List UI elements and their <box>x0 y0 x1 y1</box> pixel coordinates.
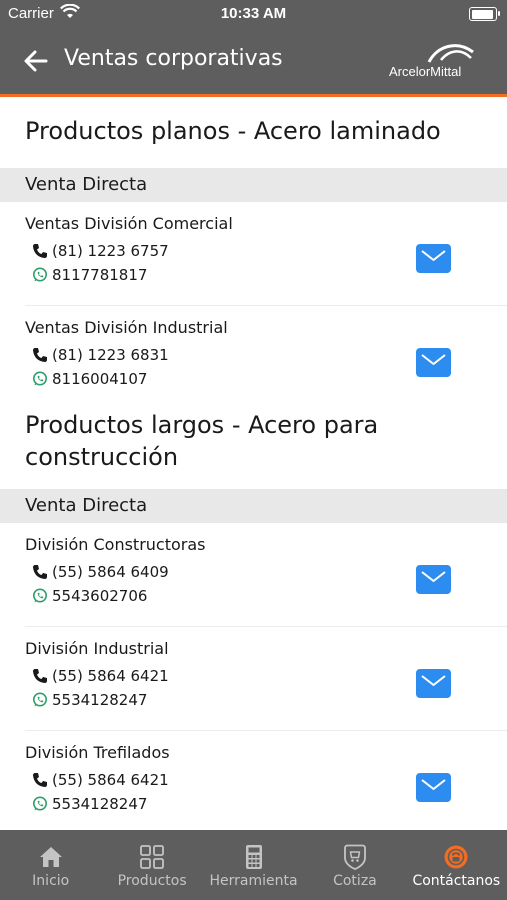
battery-icon <box>469 7 500 21</box>
contact-icon <box>443 844 469 870</box>
email-button[interactable] <box>416 669 451 698</box>
whatsapp-number: 8116004107 <box>52 370 148 388</box>
phone-number: (55) 5864 6421 <box>52 667 169 685</box>
tab-bar: Inicio Productos Herramienta Cotiza Cont… <box>0 830 507 900</box>
whatsapp-link[interactable]: 5534128247 <box>32 795 147 813</box>
email-button[interactable] <box>416 348 451 377</box>
contact-name: División Trefilados <box>25 743 170 762</box>
phone-link[interactable]: (81) 1223 6757 <box>32 242 169 260</box>
tab-contactanos[interactable]: Contáctanos <box>406 830 507 900</box>
phone-number: (55) 5864 6421 <box>52 771 169 789</box>
phone-link[interactable]: (55) 5864 6409 <box>32 563 169 581</box>
contact-item: División Trefilados (55) 5864 6421 55341… <box>25 731 507 830</box>
section-title: Productos largos - Acero para construcci… <box>25 411 379 471</box>
tab-cotiza[interactable]: Cotiza <box>304 830 405 900</box>
phone-number: (55) 5864 6409 <box>52 563 169 581</box>
phone-icon <box>32 564 48 580</box>
quote-badge-icon <box>342 844 368 870</box>
status-bar: Carrier 10:33 AM <box>0 0 507 28</box>
tab-productos[interactable]: Productos <box>101 830 202 900</box>
contact-list[interactable]: Productos planos - Acero laminado Venta … <box>0 97 507 830</box>
email-button[interactable] <box>416 773 451 802</box>
phone-link[interactable]: (55) 5864 6421 <box>32 771 169 789</box>
whatsapp-icon <box>32 588 48 604</box>
contact-item: Ventas División Industrial (81) 1223 683… <box>25 306 507 409</box>
phone-number: (81) 1223 6831 <box>52 346 169 364</box>
home-icon <box>38 844 64 870</box>
tab-label: Contáctanos <box>412 873 501 889</box>
whatsapp-number: 5534128247 <box>52 795 148 813</box>
phone-icon <box>32 772 48 788</box>
whatsapp-icon <box>32 371 48 387</box>
contact-item: Ventas División Comercial (81) 1223 6757… <box>25 202 507 306</box>
whatsapp-icon <box>32 796 48 812</box>
phone-icon <box>32 347 48 363</box>
whatsapp-link[interactable]: 5534128247 <box>32 691 147 709</box>
whatsapp-link[interactable]: 5543602706 <box>32 587 147 605</box>
section-subheader: Venta Directa <box>0 168 507 202</box>
tab-label: Cotiza <box>333 873 377 889</box>
contact-name: División Industrial <box>25 639 169 658</box>
whatsapp-icon <box>32 267 48 283</box>
whatsapp-link[interactable]: 8116004107 <box>32 370 147 388</box>
whatsapp-link[interactable]: 8117781817 <box>32 266 147 284</box>
phone-link[interactable]: (55) 5864 6421 <box>32 667 169 685</box>
contact-name: Ventas División Industrial <box>25 318 228 337</box>
grid-icon <box>139 844 165 870</box>
page-title: Ventas corporativas <box>64 46 283 71</box>
whatsapp-number: 8117781817 <box>52 266 148 284</box>
section-subheader: Venta Directa <box>0 489 507 523</box>
phone-icon <box>32 668 48 684</box>
phone-icon <box>32 243 48 259</box>
whatsapp-number: 5534128247 <box>52 691 148 709</box>
phone-link[interactable]: (81) 1223 6831 <box>32 346 169 364</box>
contact-item: División Industrial (55) 5864 6421 55341… <box>25 627 507 731</box>
nav-bar: Ventas corporativas ArcelorMittal <box>0 28 507 97</box>
clock: 10:33 AM <box>220 5 287 22</box>
phone-number: (81) 1223 6757 <box>52 242 169 260</box>
back-arrow-icon[interactable] <box>22 47 50 75</box>
whatsapp-number: 5543602706 <box>52 587 148 605</box>
section-title: Productos planos - Acero laminado <box>25 117 441 145</box>
email-button[interactable] <box>416 244 451 273</box>
tab-label: Inicio <box>32 873 70 889</box>
tab-inicio[interactable]: Inicio <box>0 830 101 900</box>
arcelormittal-logo: ArcelorMittal <box>387 38 474 84</box>
contact-name: División Constructoras <box>25 535 206 554</box>
tab-herramienta[interactable]: Herramienta <box>203 830 304 900</box>
logo-text: ArcelorMittal <box>389 64 462 79</box>
tab-label: Productos <box>117 873 187 889</box>
tab-label: Herramienta <box>209 873 298 889</box>
whatsapp-icon <box>32 692 48 708</box>
contact-name: Ventas División Comercial <box>25 214 233 233</box>
contact-item: División Constructoras (55) 5864 6409 55… <box>25 523 507 627</box>
email-button[interactable] <box>416 565 451 594</box>
calculator-icon <box>241 844 267 870</box>
